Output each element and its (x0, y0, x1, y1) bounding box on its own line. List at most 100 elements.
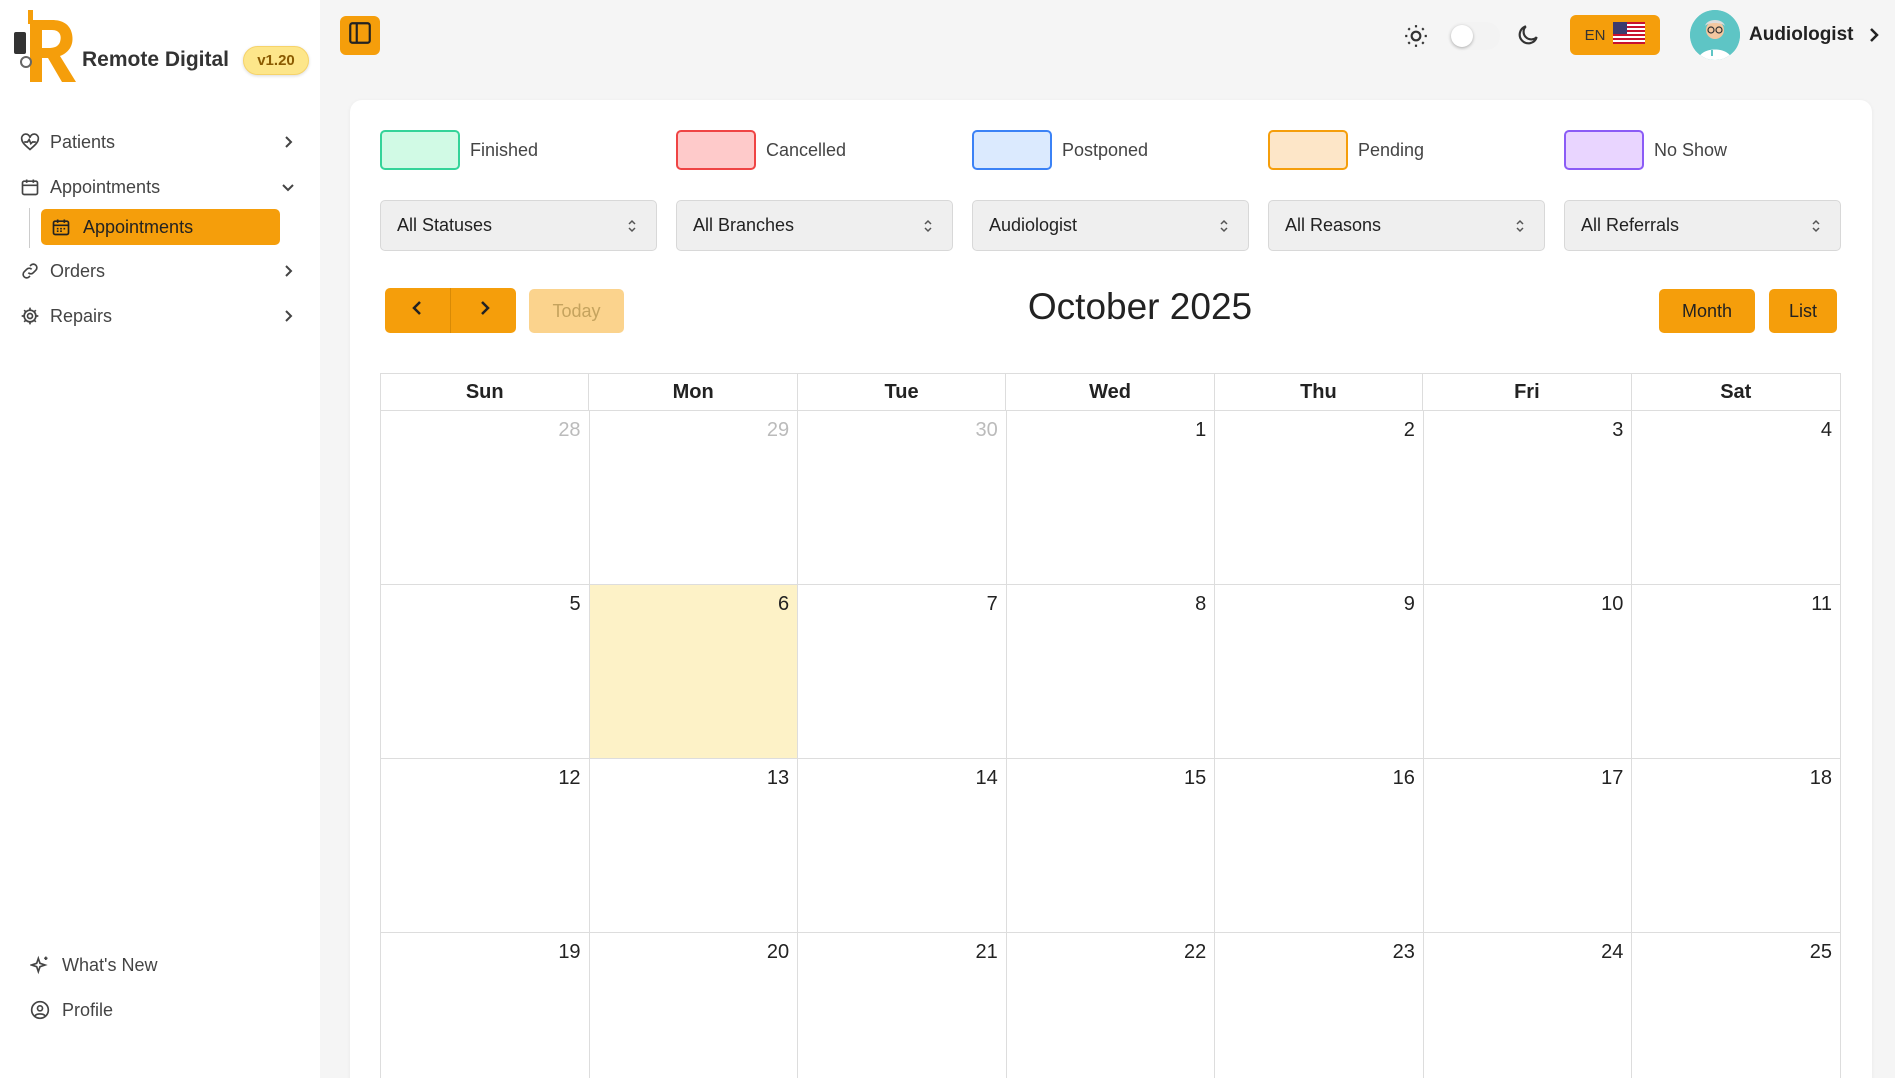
legend-postponed: Postponed (972, 129, 1148, 171)
day-number[interactable]: 4 (1821, 419, 1832, 442)
day-number[interactable]: 19 (558, 941, 580, 964)
status-filter-select[interactable]: All Statuses (380, 200, 657, 251)
language-button[interactable]: EN (1570, 15, 1660, 55)
day-number[interactable]: 10 (1601, 593, 1623, 616)
submenu-line (29, 208, 30, 248)
day-number[interactable]: 5 (569, 593, 580, 616)
sun-icon[interactable] (1403, 23, 1429, 49)
profile-link[interactable]: Profile (28, 992, 113, 1028)
day-number[interactable]: 14 (975, 767, 997, 790)
calendar-day-cell[interactable]: 29 (589, 411, 799, 585)
calendar-day-cell[interactable]: 28 (381, 411, 590, 585)
moon-icon[interactable] (1515, 22, 1541, 48)
calendar-day-cell[interactable]: 16 (1215, 759, 1424, 933)
day-number[interactable]: 30 (975, 419, 997, 442)
day-number[interactable]: 11 (1811, 593, 1832, 616)
calendar-day-cell[interactable]: 10 (1423, 585, 1633, 759)
sidebar-item-orders[interactable]: Orders (18, 251, 300, 291)
reason-filter-select[interactable]: All Reasons (1268, 200, 1545, 251)
calendar-day-cell[interactable]: 15 (1006, 759, 1216, 933)
day-number[interactable]: 8 (1195, 593, 1206, 616)
whats-new-link[interactable]: What's New (28, 947, 157, 983)
month-view-button[interactable]: Month (1659, 289, 1755, 333)
calendar-day-cell[interactable]: 24 (1424, 933, 1633, 1078)
day-number[interactable]: 2 (1404, 419, 1415, 442)
legend-label: Pending (1358, 139, 1425, 160)
calendar-day-cell[interactable]: 21 (798, 933, 1007, 1078)
day-number[interactable]: 22 (1184, 941, 1206, 964)
day-number[interactable]: 28 (558, 419, 580, 442)
calendar-day-cell[interactable]: 19 (381, 933, 590, 1078)
calendar-day-cell[interactable]: 12 (381, 759, 590, 933)
calendar-day-cell[interactable]: 3 (1423, 411, 1633, 585)
day-number[interactable]: 24 (1601, 941, 1623, 964)
day-number[interactable]: 13 (767, 767, 789, 790)
day-number[interactable]: 25 (1810, 941, 1832, 964)
day-number[interactable]: 12 (558, 767, 580, 790)
day-number[interactable]: 9 (1404, 593, 1415, 616)
calendar-day-cell[interactable]: 9 (1215, 585, 1424, 759)
next-month-button[interactable] (450, 288, 516, 333)
day-number[interactable]: 29 (767, 419, 789, 442)
toggle-sidebar-button[interactable] (340, 16, 380, 55)
select-value: All Referrals (1581, 215, 1680, 235)
legend-swatch (972, 130, 1052, 170)
calendar-body: 28 29 30 1 2 3 4 5 6 7 8 9 10 11 12 13 14 15 16 17 18 19 20 21 2… (380, 410, 1841, 1078)
calendar-grid: Sun Mon Tue Wed Thu Fri Sat 28 29 30 1 2 3 4 5 6… (380, 373, 1841, 1078)
day-number[interactable]: 6 (778, 593, 789, 616)
chevron-left-icon (409, 299, 427, 322)
theme-toggle[interactable] (1448, 22, 1500, 50)
branch-filter-select[interactable]: All Branches (676, 200, 953, 251)
calendar-day-cell[interactable]: 30 (798, 411, 1007, 585)
calendar-day-cell[interactable]: 14 (798, 759, 1007, 933)
calendar-day-cell[interactable]: 7 (798, 585, 1007, 759)
sidebar-subitem-appointments[interactable]: Appointments (41, 209, 280, 245)
calendar-day-cell[interactable]: 11 (1632, 585, 1841, 759)
us-flag-icon (1613, 22, 1646, 48)
sidebar-item-appointments[interactable]: Appointments (18, 167, 300, 207)
day-number[interactable]: 15 (1184, 767, 1206, 790)
legend-no-show: No Show (1564, 129, 1727, 171)
brand-name: Remote Digital (82, 48, 230, 71)
calendar-header-row: Sun Mon Tue Wed Thu Fri Sat (380, 373, 1841, 410)
prev-month-button[interactable] (385, 288, 450, 333)
weekday-header: Sat (1720, 380, 1752, 403)
day-number[interactable]: 20 (767, 941, 789, 964)
day-number[interactable]: 21 (975, 941, 997, 964)
legend-pending: Pending (1268, 129, 1424, 171)
today-button[interactable]: Today (529, 289, 624, 333)
calendar-day-cell[interactable]: 13 (589, 759, 799, 933)
list-view-button[interactable]: List (1769, 289, 1837, 333)
calendar-day-cell[interactable]: 20 (590, 933, 799, 1078)
sidebar-item-repairs[interactable]: Repairs (18, 296, 300, 336)
day-number[interactable]: 1 (1195, 419, 1206, 442)
calendar-day-cell[interactable]: 5 (381, 585, 590, 759)
language-code: EN (1584, 26, 1606, 44)
day-number[interactable]: 17 (1601, 767, 1623, 790)
calendar-day-cell[interactable]: 2 (1215, 411, 1424, 585)
calendar-day-cell[interactable]: 25 (1632, 933, 1841, 1078)
referral-filter-select[interactable]: All Referrals (1564, 200, 1841, 251)
user-name[interactable]: Audiologist (1749, 24, 1853, 46)
day-number[interactable]: 23 (1393, 941, 1415, 964)
day-number[interactable]: 3 (1612, 419, 1623, 442)
calendar-day-cell-today[interactable]: 6 (589, 585, 799, 759)
day-number[interactable]: 18 (1810, 767, 1832, 790)
audiologist-filter-select[interactable]: Audiologist (972, 200, 1249, 251)
calendar-day-cell[interactable]: 1 (1006, 411, 1216, 585)
day-number[interactable]: 7 (987, 593, 998, 616)
select-updown-icon (626, 218, 638, 234)
calendar-day-cell[interactable]: 23 (1215, 933, 1424, 1078)
calendar-day-cell[interactable]: 22 (1007, 933, 1216, 1078)
day-number[interactable]: 16 (1393, 767, 1415, 790)
calendar-day-cell[interactable]: 17 (1423, 759, 1633, 933)
sidebar-item-patients[interactable]: Patients (18, 122, 300, 162)
calendar-day-cell[interactable]: 8 (1006, 585, 1216, 759)
chevron-right-icon[interactable] (1864, 24, 1884, 46)
legend-swatch (380, 130, 460, 170)
heart-pulse-icon (18, 130, 42, 154)
version-badge: v1.20 (243, 46, 309, 75)
calendar-day-cell[interactable]: 4 (1632, 411, 1841, 585)
avatar[interactable] (1690, 10, 1740, 60)
calendar-day-cell[interactable]: 18 (1632, 759, 1841, 933)
